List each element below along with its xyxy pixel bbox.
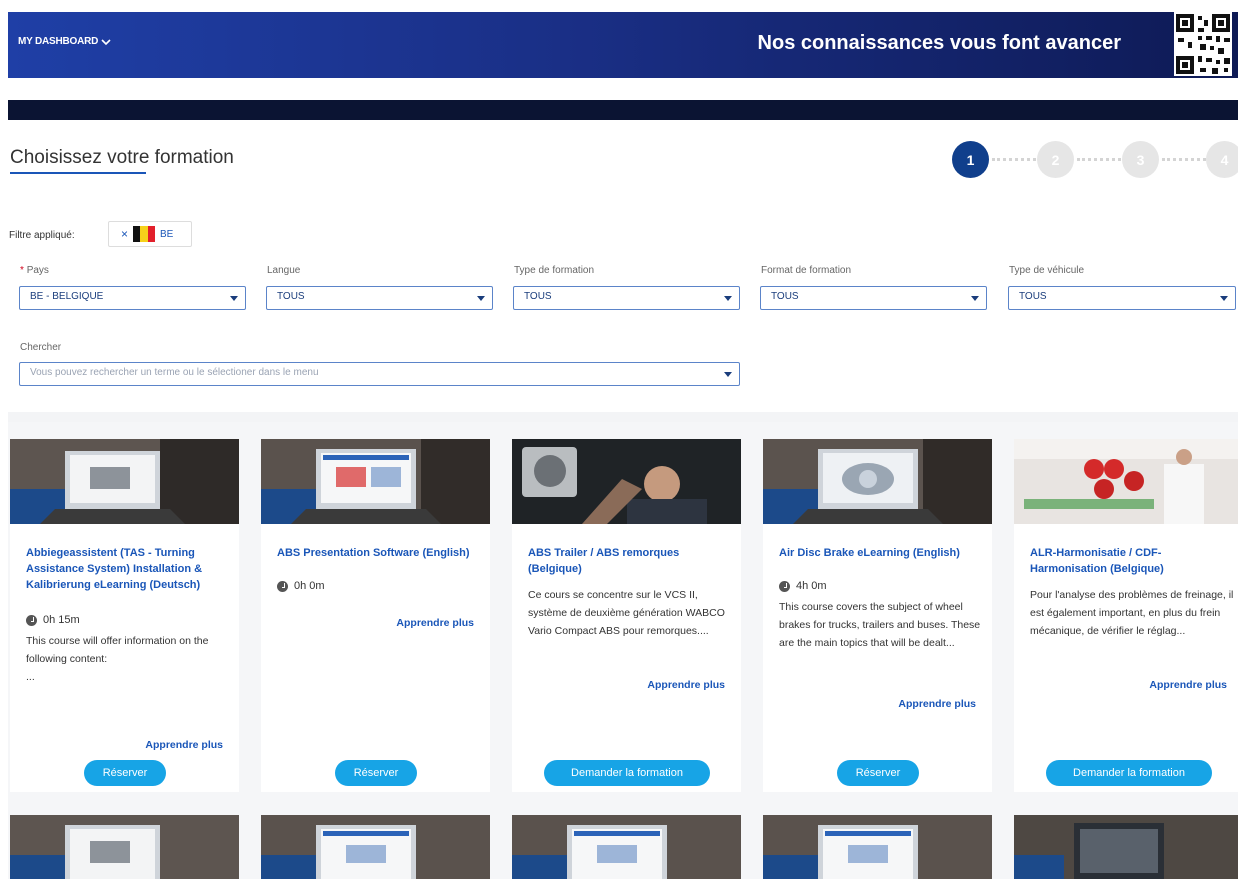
caret-down-icon — [971, 296, 979, 301]
course-card: Air Disc Brake eLearning (English) 4h 0m… — [763, 439, 992, 792]
course-thumbnail — [261, 439, 490, 524]
training-format-select-value: TOUS — [771, 291, 799, 302]
course-thumbnail — [512, 815, 741, 879]
course-thumbnail — [1014, 815, 1238, 879]
duration-value: 0h 0m — [294, 580, 325, 592]
training-type-select[interactable]: TOUS — [513, 286, 740, 310]
country-select-value: BE - BELGIQUE — [30, 291, 104, 302]
country-select[interactable]: BE - BELGIQUE — [19, 286, 246, 310]
caret-down-icon — [724, 372, 732, 377]
course-card: ABS Presentation Software (English) 0h 0… — [261, 439, 490, 792]
qr-code-icon — [1174, 12, 1232, 76]
page-title: Choisissez votre formation — [10, 147, 234, 168]
country-label-text: Pays — [26, 265, 49, 276]
course-title[interactable]: ABS Trailer / ABS remorques (Belgique) — [528, 545, 733, 577]
secondary-nav-bar — [8, 100, 1238, 120]
learn-more-link[interactable]: Apprendre plus — [647, 679, 725, 691]
training-type-select-value: TOUS — [524, 291, 552, 302]
course-card: ALR-Harmonisatie / CDF-Harmonisation (Be… — [1014, 439, 1238, 792]
step-connector — [1162, 158, 1206, 161]
course-duration: 4h 0m — [779, 580, 827, 592]
clock-icon — [277, 580, 288, 592]
step-3: 3 — [1122, 141, 1159, 178]
step-connector — [1077, 158, 1121, 161]
caret-down-icon — [724, 296, 732, 301]
course-thumbnail — [1014, 439, 1238, 524]
training-type-label: Type de formation — [514, 265, 595, 276]
belgium-flag-icon — [133, 226, 155, 242]
section-divider — [8, 412, 1238, 422]
step-connector — [992, 158, 1036, 161]
filter-chip-code: BE — [160, 228, 174, 240]
title-underline — [10, 172, 146, 174]
book-button[interactable]: Réserver — [335, 760, 417, 786]
caret-down-icon — [477, 296, 485, 301]
caret-down-icon — [1220, 296, 1228, 301]
language-select-value: TOUS — [277, 291, 305, 302]
course-card: ABS Trailer / ABS remorques (Belgique) C… — [512, 439, 741, 792]
step-2: 2 — [1037, 141, 1074, 178]
course-description: This course will offer information on th… — [26, 635, 209, 683]
search-input[interactable]: Vous pouvez rechercher un terme ou le sé… — [19, 362, 740, 386]
top-header: MY DASHBOARD Nos connaissances vous font… — [8, 12, 1238, 78]
learn-more-link[interactable]: Apprendre plus — [396, 617, 474, 629]
course-thumbnail — [763, 815, 992, 879]
duration-value: 4h 0m — [796, 580, 827, 592]
language-label: Langue — [267, 265, 301, 276]
my-dashboard-menu[interactable]: MY DASHBOARD — [18, 36, 111, 47]
course-description: Ce cours se concentre sur le VCS II, sys… — [528, 589, 725, 637]
vehicle-type-select[interactable]: TOUS — [1008, 286, 1236, 310]
caret-down-icon — [230, 296, 238, 301]
step-4: 4 — [1206, 141, 1238, 178]
duration-value: 0h 15m — [43, 614, 80, 626]
search-label: Chercher — [20, 342, 62, 353]
training-format-label: Format de formation — [761, 265, 852, 276]
required-marker: * — [20, 265, 24, 276]
header-tagline: Nos connaissances vous font avancer — [757, 32, 1121, 54]
language-select[interactable]: TOUS — [266, 286, 493, 310]
course-title[interactable]: Air Disc Brake eLearning (English) — [779, 545, 984, 561]
learn-more-link[interactable]: Apprendre plus — [1149, 679, 1227, 691]
request-training-button[interactable]: Demander la formation — [1046, 760, 1212, 786]
progress-stepper: 1 2 3 4 — [952, 141, 1238, 179]
course-thumbnail — [763, 439, 992, 524]
step-1: 1 — [952, 141, 989, 178]
chevron-down-icon — [101, 38, 111, 45]
vehicle-type-select-value: TOUS — [1019, 291, 1047, 302]
course-thumbnail — [261, 815, 490, 879]
training-format-select[interactable]: TOUS — [760, 286, 987, 310]
country-label: * Pays — [20, 265, 49, 276]
course-duration: 0h 15m — [26, 614, 80, 626]
my-dashboard-label: MY DASHBOARD — [18, 36, 99, 47]
clock-icon — [779, 580, 790, 592]
clock-icon — [26, 614, 37, 626]
search-placeholder: Vous pouvez rechercher un terme ou le sé… — [30, 367, 319, 378]
course-thumbnail — [10, 815, 239, 879]
vehicle-type-label: Type de véhicule — [1009, 265, 1085, 276]
book-button[interactable]: Réserver — [837, 760, 919, 786]
close-icon[interactable]: × — [121, 227, 128, 241]
course-title[interactable]: ABS Presentation Software (English) — [277, 545, 482, 561]
book-button[interactable]: Réserver — [84, 760, 166, 786]
applied-filter-chip[interactable]: × BE — [108, 221, 192, 247]
applied-filter-label: Filtre appliqué: — [9, 230, 75, 241]
course-thumbnail — [512, 439, 741, 524]
course-title[interactable]: ALR-Harmonisatie / CDF-Harmonisation (Be… — [1030, 545, 1235, 577]
course-duration: 0h 0m — [277, 580, 325, 592]
course-title[interactable]: Abbiegeassistent (TAS - Turning Assistan… — [26, 545, 231, 593]
learn-more-link[interactable]: Apprendre plus — [898, 698, 976, 710]
course-thumbnail — [10, 439, 239, 524]
learn-more-link[interactable]: Apprendre plus — [145, 739, 223, 751]
course-card: Abbiegeassistent (TAS - Turning Assistan… — [10, 439, 239, 792]
course-description: Pour l'analyse des problèmes de freinage… — [1030, 589, 1234, 637]
request-training-button[interactable]: Demander la formation — [544, 760, 710, 786]
course-description: This course covers the subject of wheel … — [779, 601, 981, 649]
